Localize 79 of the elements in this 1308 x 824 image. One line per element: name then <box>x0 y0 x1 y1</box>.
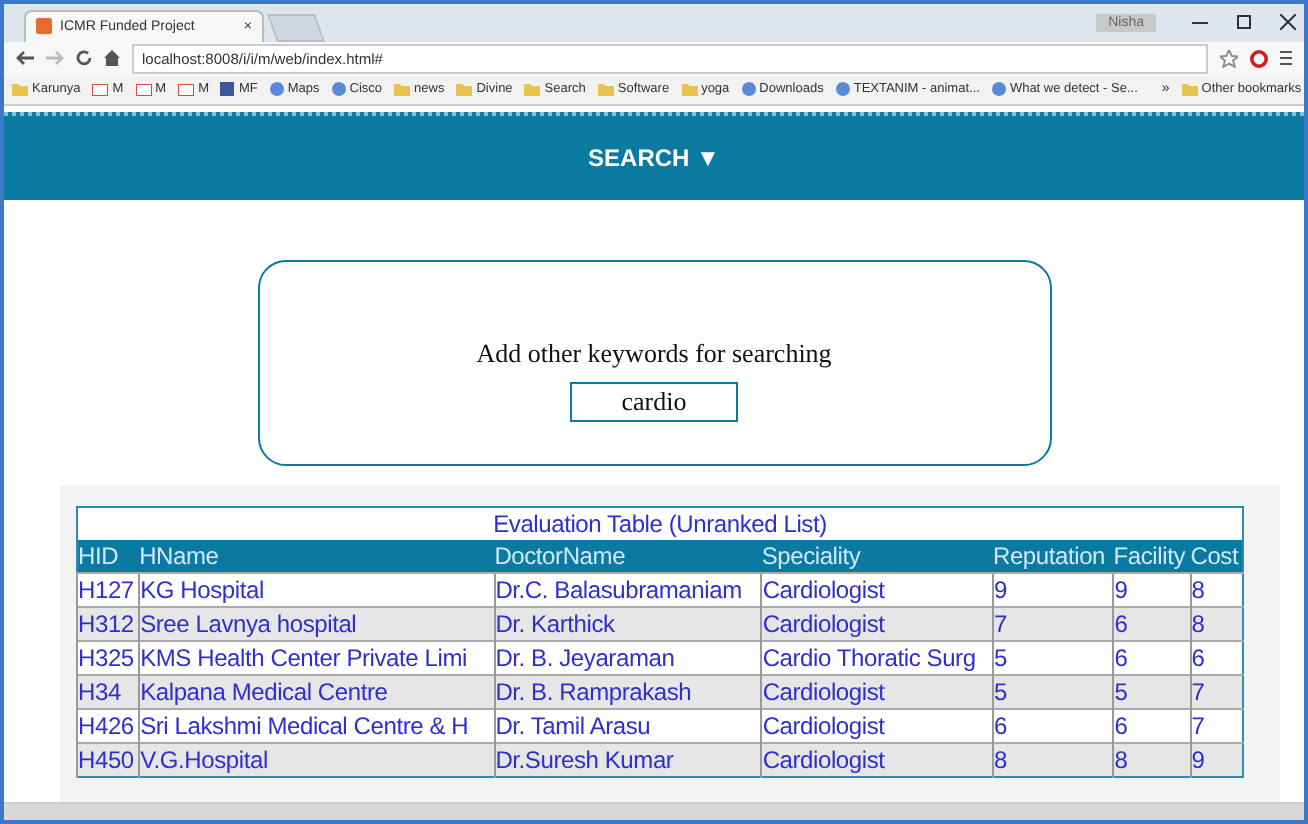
table-cell: Cardiologist <box>761 742 993 777</box>
table-cell: 6 <box>1113 606 1191 641</box>
table-cell: Cardio Thoratic Surg <box>761 640 993 675</box>
table-cell: 8 <box>1113 742 1191 777</box>
social-icon <box>220 82 235 97</box>
table-cell: 5 <box>992 640 1114 675</box>
table-cell: 9 <box>992 572 1114 607</box>
table-cell: Sree Lavnya hospital <box>139 606 495 641</box>
menu-icon[interactable] <box>1280 50 1292 67</box>
table-cell: Dr.Suresh Kumar <box>494 742 762 777</box>
search-prompt: Add other keywords for searching <box>476 338 832 371</box>
table-cell: 5 <box>992 674 1114 709</box>
table-cell: H426 <box>77 708 140 743</box>
table-cell: Sri Lakshmi Medical Centre & H <box>139 708 495 743</box>
keyword-field[interactable]: cardio <box>570 382 738 423</box>
table-cell: Dr. B. Jeyaraman <box>494 640 762 675</box>
star-icon[interactable] <box>1220 49 1238 68</box>
table-cell: 6 <box>1113 640 1191 675</box>
mail-icon <box>135 83 152 96</box>
mail-icon <box>92 83 109 96</box>
table-cell: H127 <box>77 572 140 607</box>
table-cell: 7 <box>1190 674 1243 709</box>
folder-icon <box>12 82 28 97</box>
table-title: Evaluation Table (Unranked List) <box>77 506 1243 540</box>
site-icon <box>269 82 284 97</box>
mail-icon <box>178 83 195 96</box>
table-cell: H312 <box>77 606 140 641</box>
folder-icon <box>681 82 698 97</box>
table-cell: H450 <box>77 742 140 777</box>
back-icon[interactable] <box>16 50 34 67</box>
column-header: HName <box>139 539 495 573</box>
column-header: Facility <box>1113 539 1191 573</box>
table-cell: Dr. Tamil Arasu <box>494 708 762 743</box>
table-cell: 9 <box>1190 742 1243 777</box>
table-cell: 6 <box>1113 708 1191 743</box>
table-cell: Cardiologist <box>761 708 993 743</box>
table-cell: Dr. Karthick <box>494 606 762 641</box>
table-cell: 6 <box>992 708 1114 743</box>
favicon-icon <box>36 18 52 35</box>
table-cell: KG Hospital <box>139 572 495 607</box>
table-cell: 9 <box>1113 572 1191 607</box>
close-icon[interactable] <box>1280 14 1296 31</box>
table-cell: Dr. B. Ramprakash <box>494 674 762 709</box>
table-cell: H34 <box>77 674 140 709</box>
folder-icon <box>456 82 473 97</box>
table-cell: 7 <box>1190 708 1243 743</box>
folder-icon <box>394 82 411 97</box>
site-icon <box>741 82 756 97</box>
table-cell: 8 <box>1190 572 1243 607</box>
column-header: DoctorName <box>494 539 762 573</box>
table-cell: Cardiologist <box>761 572 993 607</box>
table-cell: Cardiologist <box>761 674 993 709</box>
site-icon <box>331 82 346 97</box>
search-menu[interactable]: SEARCH ▼ <box>588 144 720 173</box>
table-cell: KMS Health Center Private Limi <box>139 640 495 675</box>
home-icon[interactable] <box>104 50 120 67</box>
table-cell: Dr.C. Balasubramaniam <box>494 572 762 607</box>
table-cell: Kalpana Medical Centre <box>139 674 495 709</box>
column-header: Cost <box>1190 539 1243 573</box>
table-cell: 5 <box>1113 674 1191 709</box>
table-cell: 8 <box>992 742 1114 777</box>
site-icon <box>991 82 1006 97</box>
opera-icon[interactable] <box>1250 49 1268 68</box>
restore-icon[interactable] <box>1236 14 1252 31</box>
table-cell: 7 <box>992 606 1114 641</box>
column-header: HID <box>77 539 140 573</box>
table-cell: Cardiologist <box>761 606 993 641</box>
table-cell: V.G.Hospital <box>139 742 495 777</box>
folder-icon <box>1181 82 1198 97</box>
column-header: Reputation <box>992 539 1114 573</box>
folder-icon <box>524 82 541 97</box>
table-cell: H325 <box>77 640 140 675</box>
reload-icon[interactable] <box>76 50 92 67</box>
horizontal-scrollbar[interactable] <box>4 802 1304 820</box>
table-cell: 6 <box>1190 640 1243 675</box>
site-icon <box>835 82 850 97</box>
folder-icon <box>597 82 614 97</box>
column-header: Speciality <box>761 539 993 573</box>
table-cell: 8 <box>1190 606 1243 641</box>
